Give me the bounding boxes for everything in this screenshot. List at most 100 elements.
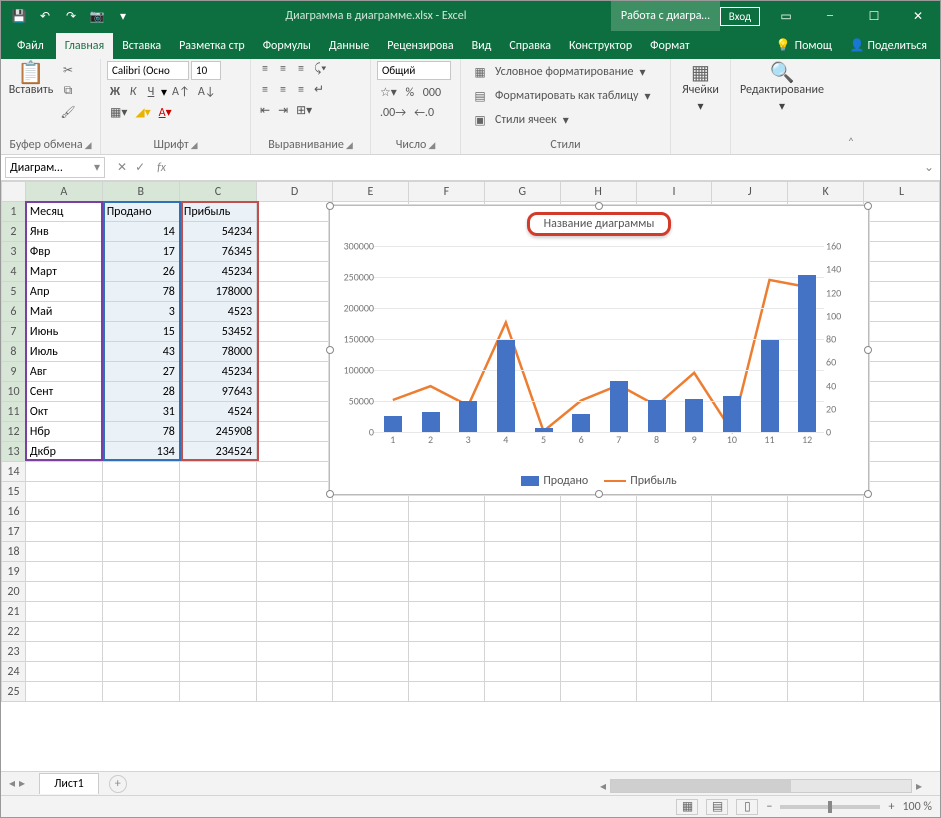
cell[interactable]: Май	[25, 302, 102, 322]
cell[interactable]	[712, 662, 788, 682]
cell[interactable]: Окт	[25, 402, 102, 422]
scroll-left-icon[interactable]: ◂	[596, 779, 610, 794]
cell[interactable]	[712, 622, 788, 642]
cell[interactable]: 78000	[179, 342, 256, 362]
cell[interactable]: Авг	[25, 362, 102, 382]
cell[interactable]	[636, 682, 712, 702]
cell[interactable]	[25, 622, 102, 642]
decrease-decimal-icon[interactable]: ←.0	[411, 105, 437, 121]
cell[interactable]	[864, 282, 940, 302]
cell[interactable]: Июль	[25, 342, 102, 362]
cell[interactable]	[484, 522, 560, 542]
font-size-combo[interactable]	[191, 61, 221, 80]
paste-button[interactable]: 📋 Вставить	[7, 61, 55, 99]
dialog-launcher-icon[interactable]: ◢	[346, 140, 353, 151]
cell[interactable]	[25, 562, 102, 582]
cell[interactable]	[257, 482, 333, 502]
fill-color-icon[interactable]: ◢▾	[132, 104, 153, 121]
cell[interactable]	[257, 202, 333, 222]
cell[interactable]	[257, 402, 333, 422]
row-header[interactable]: 22	[2, 622, 26, 642]
cell[interactable]	[257, 422, 333, 442]
cell[interactable]	[864, 382, 940, 402]
chart-handle-icon[interactable]	[595, 202, 603, 210]
cell[interactable]	[864, 562, 940, 582]
cell[interactable]	[257, 682, 333, 702]
tab-chart-format[interactable]: Формат	[641, 33, 698, 59]
cell[interactable]	[333, 642, 409, 662]
cell[interactable]: Нбр	[25, 422, 102, 442]
cut-icon[interactable]: ✂	[59, 61, 77, 79]
cell[interactable]	[257, 282, 333, 302]
cell[interactable]	[102, 522, 179, 542]
cell[interactable]	[864, 402, 940, 422]
accounting-icon[interactable]: ☆▾	[377, 84, 400, 101]
zoom-slider[interactable]	[780, 805, 880, 809]
cell[interactable]	[864, 322, 940, 342]
cell[interactable]: 26	[102, 262, 179, 282]
cell[interactable]	[864, 602, 940, 622]
cell[interactable]	[102, 602, 179, 622]
column-header[interactable]: C	[179, 182, 256, 202]
cell[interactable]	[636, 542, 712, 562]
cell[interactable]	[408, 502, 484, 522]
minimize-icon[interactable]: ─	[808, 1, 852, 31]
row-header[interactable]: 24	[2, 662, 26, 682]
cell[interactable]: Дкбр	[25, 442, 102, 462]
cell[interactable]	[25, 542, 102, 562]
cell[interactable]	[179, 482, 256, 502]
cell[interactable]	[864, 222, 940, 242]
cell[interactable]: 17	[102, 242, 179, 262]
camera-icon[interactable]: 📷	[85, 4, 109, 28]
align-left-icon[interactable]: ≡	[257, 82, 273, 98]
row-header[interactable]: 12	[2, 422, 26, 442]
column-header[interactable]: F	[408, 182, 484, 202]
cell[interactable]	[712, 542, 788, 562]
increase-decimal-icon[interactable]: .00→	[377, 105, 409, 121]
cell[interactable]	[864, 682, 940, 702]
cell[interactable]: 27	[102, 362, 179, 382]
chart-handle-icon[interactable]	[326, 202, 334, 210]
borders-icon[interactable]: ▦▾	[107, 104, 130, 121]
tab-home[interactable]: Главная	[56, 33, 113, 59]
cell[interactable]	[102, 542, 179, 562]
cell[interactable]	[102, 682, 179, 702]
tab-chart-design[interactable]: Конструктор	[560, 33, 641, 59]
underline-button[interactable]: Ч	[143, 84, 159, 100]
cell[interactable]: 4523	[179, 302, 256, 322]
tab-insert[interactable]: Вставка	[113, 33, 170, 59]
row-header[interactable]: 16	[2, 502, 26, 522]
cell[interactable]	[788, 682, 864, 702]
indent-decrease-icon[interactable]: ⇤	[257, 102, 273, 119]
cell[interactable]	[408, 562, 484, 582]
column-header[interactable]: H	[560, 182, 636, 202]
cell[interactable]	[712, 642, 788, 662]
cell[interactable]	[25, 602, 102, 622]
cell[interactable]: Месяц	[25, 202, 102, 222]
cell[interactable]	[257, 502, 333, 522]
cell[interactable]	[712, 582, 788, 602]
cell[interactable]	[102, 462, 179, 482]
dialog-launcher-icon[interactable]: ◢	[85, 140, 92, 151]
row-header[interactable]: 4	[2, 262, 26, 282]
cell[interactable]: 234524	[179, 442, 256, 462]
tab-view[interactable]: Вид	[463, 33, 501, 59]
row-header[interactable]: 9	[2, 362, 26, 382]
italic-button[interactable]: К	[125, 84, 141, 100]
sheet-nav-next-icon[interactable]: ▸	[19, 776, 25, 791]
cell[interactable]	[102, 482, 179, 502]
view-page-layout-icon[interactable]: ▤	[706, 799, 728, 815]
cell[interactable]	[257, 462, 333, 482]
align-middle-icon[interactable]: ≡	[275, 61, 291, 77]
wrap-text-icon[interactable]: ↵	[311, 81, 327, 98]
cell-styles-button[interactable]: ▣Стили ячеек▾	[467, 109, 655, 131]
cell[interactable]	[102, 642, 179, 662]
maximize-icon[interactable]: ☐	[852, 1, 896, 31]
cell[interactable]	[408, 602, 484, 622]
cell[interactable]	[333, 542, 409, 562]
cell[interactable]	[179, 582, 256, 602]
align-right-icon[interactable]: ≡	[293, 82, 309, 98]
cell[interactable]	[636, 642, 712, 662]
view-page-break-icon[interactable]: ▯	[736, 799, 758, 815]
cell[interactable]	[636, 562, 712, 582]
